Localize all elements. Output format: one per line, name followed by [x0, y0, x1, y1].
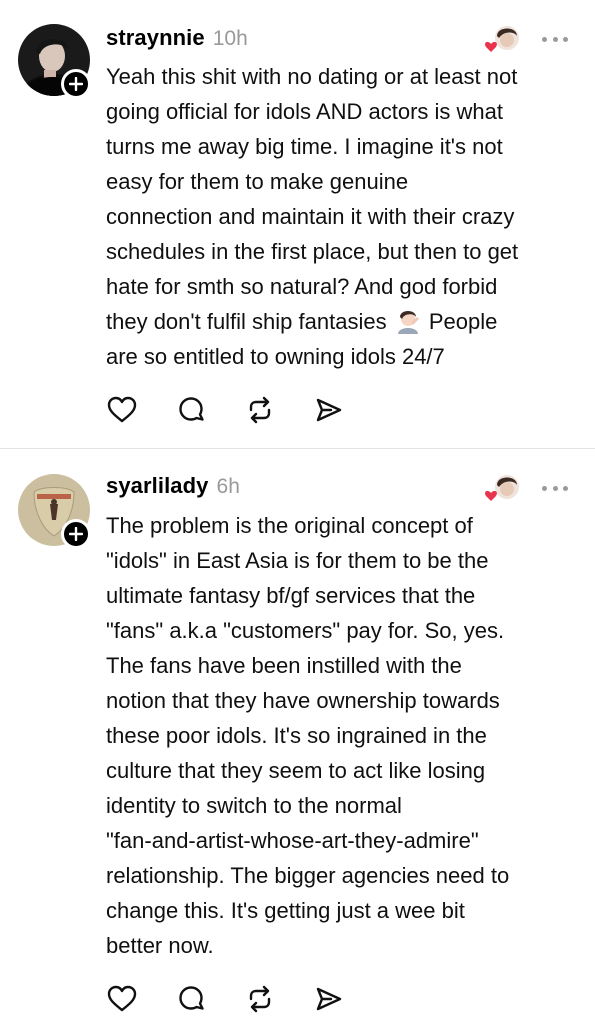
dot: [563, 36, 568, 42]
reaction-avatar[interactable]: [483, 473, 521, 503]
follow-button[interactable]: [61, 69, 91, 99]
repost-button[interactable]: [244, 394, 276, 426]
share-button[interactable]: [313, 394, 345, 426]
reply-icon: [179, 397, 204, 421]
avatar-container[interactable]: [18, 474, 91, 549]
share-button[interactable]: [313, 983, 345, 1015]
dot: [552, 36, 558, 42]
like-button[interactable]: [106, 983, 138, 1015]
more-options-icon[interactable]: [538, 27, 572, 51]
thread-post: straynnie 10h Yeah this shit with no dat…: [0, 0, 595, 448]
post-text: Yeah this shit with no dating or at leas…: [106, 59, 576, 374]
share-icon: [316, 987, 342, 1011]
dot: [563, 485, 568, 491]
post-text-part: Yeah this shit with no dating or at leas…: [106, 64, 519, 334]
repost-icon: [249, 985, 271, 1013]
post-actions: [106, 394, 366, 426]
reply-button[interactable]: [175, 983, 207, 1015]
repost-icon: [249, 396, 271, 424]
dot: [542, 485, 547, 491]
more-options-icon[interactable]: [538, 476, 572, 500]
post-header: straynnie 10h: [106, 25, 248, 55]
like-button[interactable]: [106, 394, 138, 426]
thread-post: syarlilady 6h The problem is the origina…: [0, 449, 595, 1024]
heart-reaction-icon: [485, 26, 519, 52]
repost-button[interactable]: [244, 983, 276, 1015]
timestamp: 10h: [212, 27, 248, 50]
username[interactable]: straynnie: [106, 25, 205, 51]
avatar-container[interactable]: [18, 24, 91, 99]
post-text: The problem is the original concept of "…: [106, 513, 510, 958]
follow-button[interactable]: [61, 519, 91, 549]
heart-reaction-icon: [485, 475, 519, 501]
like-icon: [107, 985, 137, 1012]
plus-icon: [69, 77, 83, 91]
dot: [542, 36, 547, 42]
post-actions: [106, 983, 366, 1015]
username[interactable]: syarlilady: [106, 473, 209, 499]
dot: [552, 485, 558, 491]
reply-button[interactable]: [175, 394, 207, 426]
like-icon: [107, 396, 137, 423]
share-icon: [316, 398, 342, 422]
reply-icon: [179, 986, 204, 1010]
post-header: syarlilady 6h: [106, 473, 240, 503]
plus-icon: [69, 527, 83, 541]
person-facepalming-emoji: [397, 311, 419, 334]
timestamp: 6h: [216, 475, 240, 498]
reaction-avatar[interactable]: [483, 24, 521, 54]
